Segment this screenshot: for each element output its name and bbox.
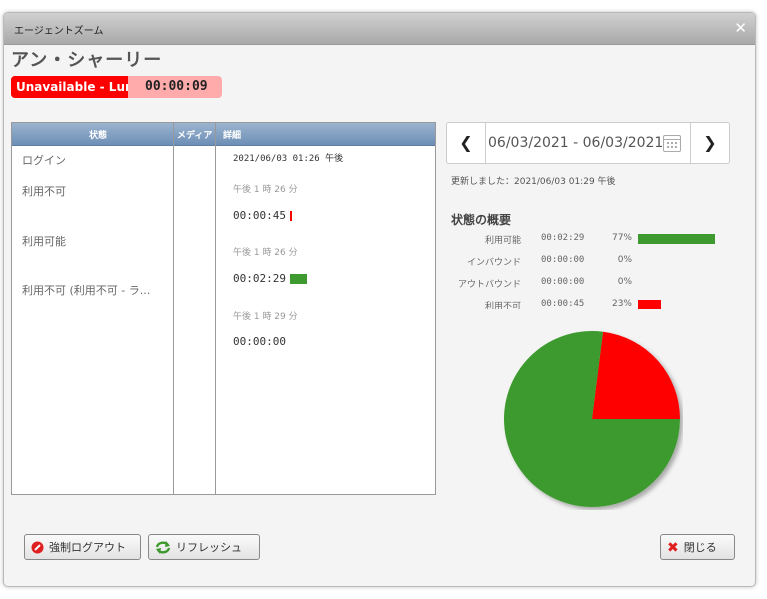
summary-row: 利用可能 00:02:29 77% xyxy=(440,233,740,247)
close-icon[interactable]: ✕ xyxy=(734,19,747,37)
duration-bar xyxy=(289,274,307,284)
summary-percent: 23% xyxy=(611,299,632,309)
summary-percent: 77% xyxy=(611,233,632,243)
summary-time: 00:00:00 xyxy=(541,277,585,287)
date-range-text[interactable]: 06/03/2021 - 06/03/2021 xyxy=(488,123,663,163)
date-range-picker: ❮ 06/03/2021 - 06/03/2021 ❯ xyxy=(446,122,730,164)
block-icon xyxy=(31,541,44,553)
summary-row: インバウンド 00:00:00 0% xyxy=(440,255,740,269)
summary-time: 00:02:29 xyxy=(541,233,585,243)
login-time: 2021/06/03 01:26 午後 xyxy=(233,154,344,164)
next-date-button[interactable]: ❯ xyxy=(690,123,729,163)
summary-time: 00:00:00 xyxy=(541,255,585,265)
pie-slice-unavailable xyxy=(592,331,680,419)
column-header-detail[interactable]: 詳細 xyxy=(223,128,241,141)
calendar-icon[interactable] xyxy=(663,135,681,152)
dialog-titlebar[interactable]: エージェントズーム ✕ xyxy=(4,13,755,45)
state-start-time: 午後 1 時 26 分 xyxy=(233,248,298,258)
state-cell: 利用可能 xyxy=(22,235,66,248)
last-updated-text: 更新しました：2021/06/03 01:29 午後 xyxy=(451,177,616,187)
summary-label: アウトバウンド xyxy=(457,280,521,290)
summary-title: 状態の概要 xyxy=(451,213,512,227)
summary-time: 00:00:45 xyxy=(541,299,585,309)
column-header-state[interactable]: 状態 xyxy=(89,128,107,141)
summary-label: インバウンド xyxy=(466,258,521,268)
state-cell: ログイン xyxy=(22,154,66,167)
summary-bar xyxy=(638,300,661,309)
status-label: Unavailable - Lunch xyxy=(11,76,128,98)
state-start-time: 午後 1 時 26 分 xyxy=(233,185,298,195)
column-divider xyxy=(215,123,216,494)
status-badge: Unavailable - Lunch 00:00:09 xyxy=(11,76,222,98)
agent-name: アン・シャーリー xyxy=(11,50,163,71)
force-logout-label: 強制ログアウト xyxy=(49,541,126,554)
previous-date-button[interactable]: ❮ xyxy=(447,123,486,163)
state-duration: 00:02:29 xyxy=(233,272,307,285)
duration-bar xyxy=(289,211,292,221)
state-history-table: 状態 メディア 詳細 ログイン 利用不可 利用可能 利用不可 (利用不可 - ラ… xyxy=(11,122,436,495)
state-cell: 利用不可 (利用不可 - ラ... xyxy=(22,284,151,297)
summary-percent: 0% xyxy=(617,255,632,265)
summary-row: 利用不可 00:00:45 23% xyxy=(440,299,740,309)
refresh-label: リフレッシュ xyxy=(176,541,242,554)
close-x-icon: ✖ xyxy=(667,540,679,556)
close-button[interactable]: ✖ 閉じる xyxy=(660,534,735,560)
state-cell: 利用不可 xyxy=(22,185,66,198)
summary-label: 利用不可 xyxy=(484,302,521,309)
dialog-title: エージェントズーム xyxy=(14,26,104,37)
summary-bar xyxy=(638,234,715,244)
column-divider xyxy=(173,123,174,494)
state-start-time: 午後 1 時 29 分 xyxy=(233,312,298,322)
summary-row: アウトバウンド 00:00:00 0% xyxy=(440,277,740,291)
state-duration: 00:00:00 xyxy=(233,335,286,348)
status-pie-chart xyxy=(504,331,680,508)
status-timer: 00:00:09 xyxy=(145,79,208,94)
refresh-button[interactable]: リフレッシュ xyxy=(148,534,260,560)
state-duration: 00:00:45 xyxy=(233,209,292,222)
summary-percent: 0% xyxy=(617,277,632,287)
summary-label: 利用可能 xyxy=(484,236,521,246)
refresh-icon xyxy=(155,540,171,554)
close-label: 閉じる xyxy=(683,541,717,554)
table-header: 状態 メディア 詳細 xyxy=(12,123,435,146)
column-header-media[interactable]: メディア xyxy=(177,128,212,141)
status-summary: 利用可能 00:02:29 77% インバウンド 00:00:00 0% アウト… xyxy=(440,229,740,309)
force-logout-button[interactable]: 強制ログアウト xyxy=(24,534,141,560)
